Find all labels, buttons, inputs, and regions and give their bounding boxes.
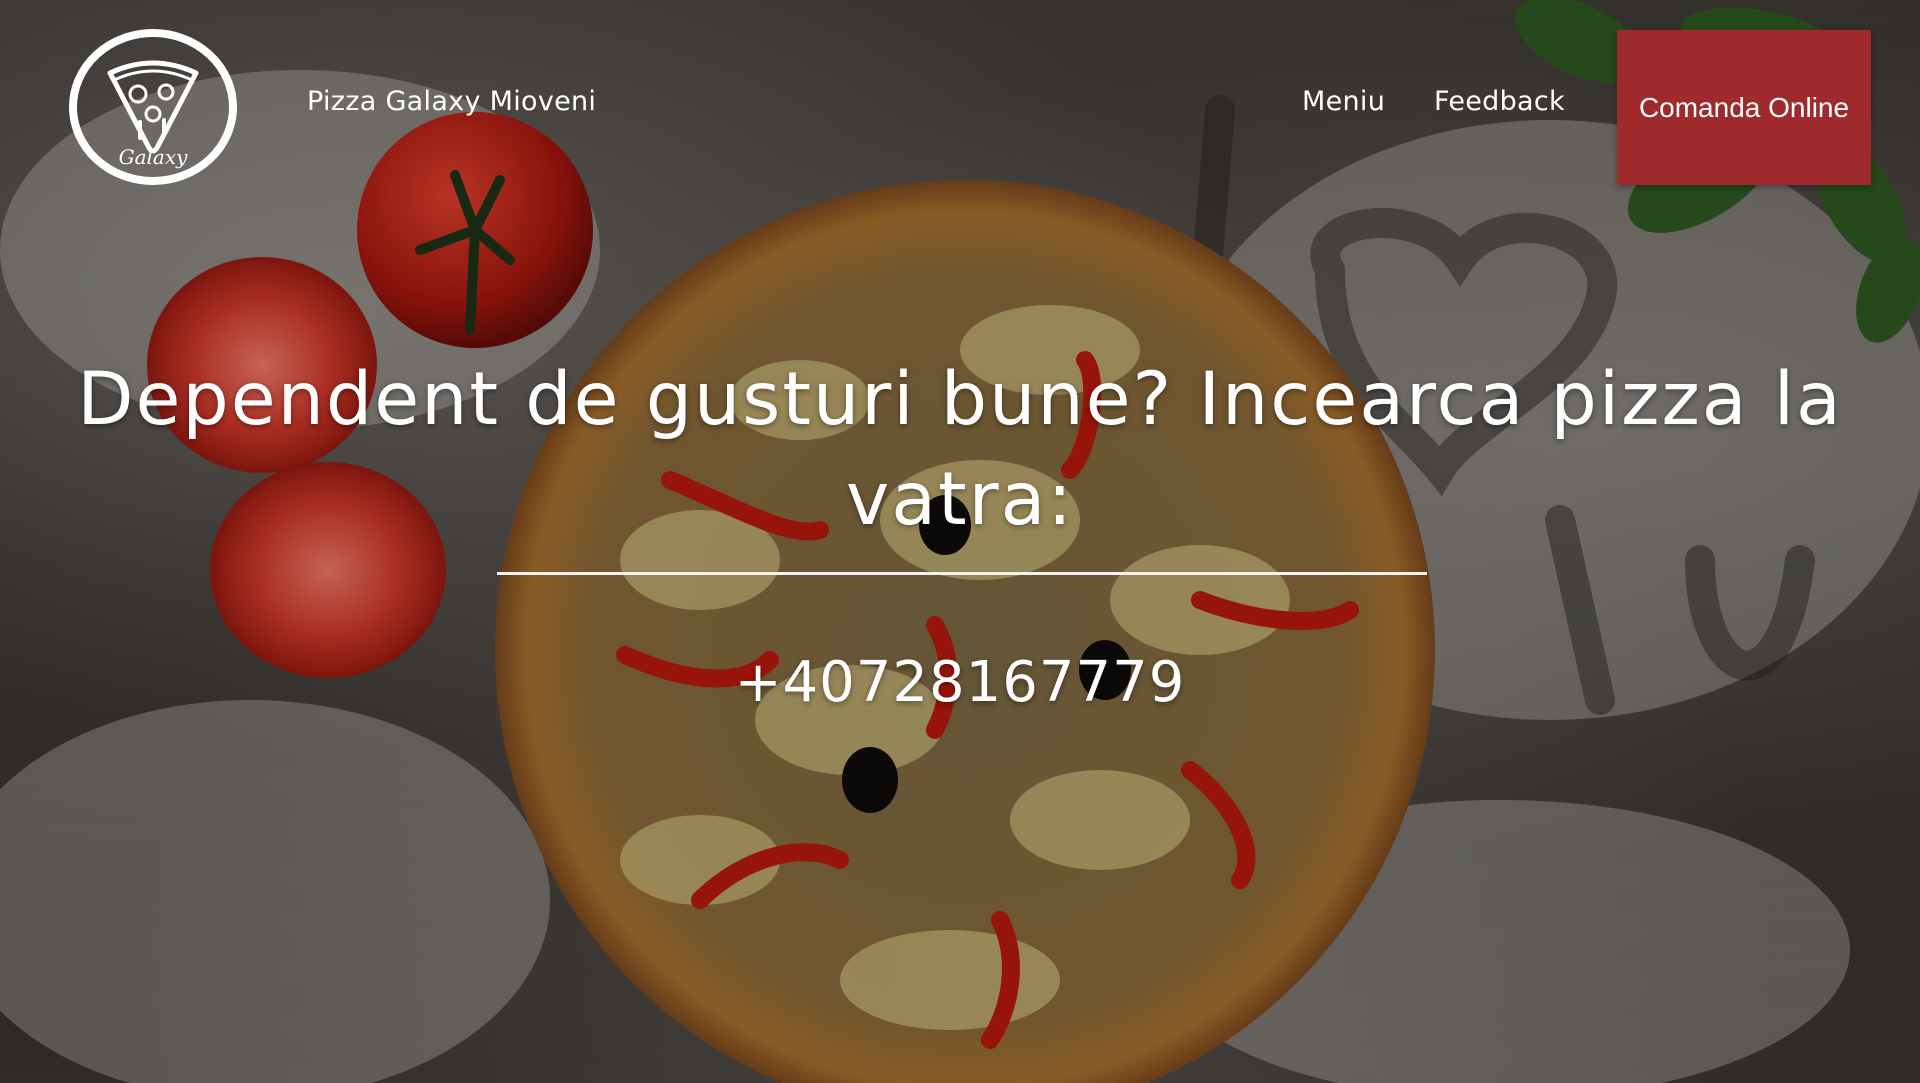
nav-link-feedback[interactable]: Feedback: [1434, 86, 1565, 117]
hero-divider: [497, 572, 1427, 575]
hero-headline: Dependent de gusturi bune? Incearca pizz…: [77, 357, 1843, 542]
order-online-button[interactable]: Comanda Online: [1617, 30, 1871, 185]
hero-section: Galaxy Pizza Galaxy Mioveni Meniu Feedba…: [0, 0, 1920, 1083]
phone-number-link[interactable]: +40728167779: [0, 650, 1920, 715]
brand-link[interactable]: Pizza Galaxy Mioveni: [307, 86, 596, 117]
pizza-slice-icon[interactable]: Galaxy: [68, 28, 238, 186]
logo-text: Galaxy: [119, 145, 189, 169]
nav-link-meniu[interactable]: Meniu: [1302, 86, 1385, 117]
